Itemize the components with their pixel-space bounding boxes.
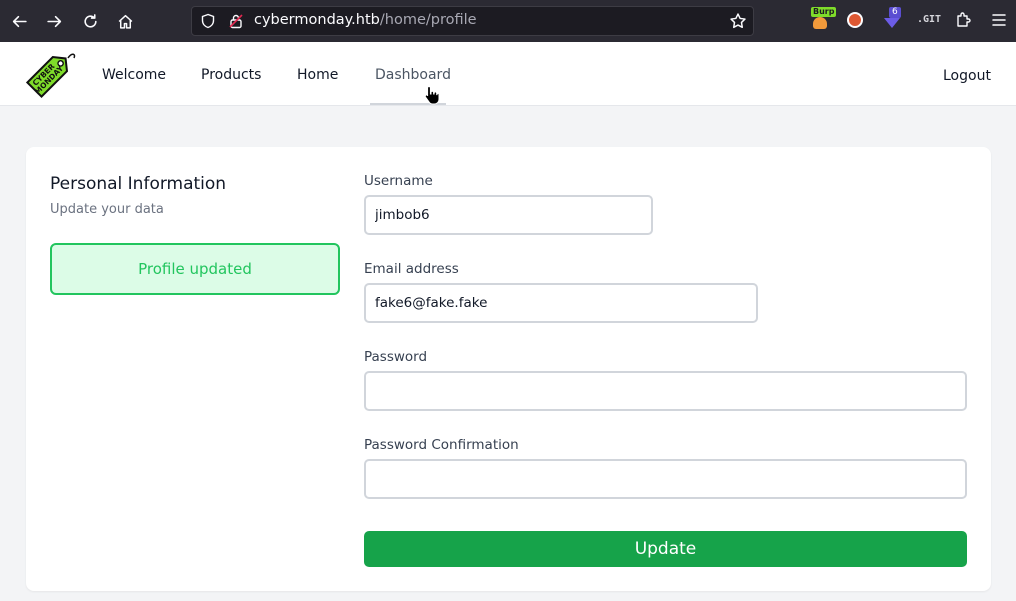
email-label: Email address	[364, 261, 459, 277]
email-input[interactable]	[364, 283, 758, 323]
password-confirmation-input[interactable]	[364, 459, 967, 499]
url-host: cybermonday.htb	[254, 12, 380, 28]
hand-pointer-cursor-icon	[424, 85, 440, 105]
burp-extension-body	[813, 17, 827, 29]
password-confirmation-label: Password Confirmation	[364, 437, 519, 453]
bookmark-star-icon[interactable]	[729, 12, 747, 30]
nav-link-dashboard[interactable]: Dashboard	[375, 67, 451, 83]
reload-icon[interactable]	[78, 9, 102, 33]
hamburger-menu-icon[interactable]	[989, 10, 1009, 30]
nav-link-products[interactable]: Products	[201, 67, 261, 83]
tracking-protection-shield-icon[interactable]	[200, 13, 216, 29]
url-text[interactable]: cybermonday.htb/home/profile	[254, 12, 477, 28]
browser-toolbar: cybermonday.htb/home/profile Burp 6 .GIT	[0, 0, 1016, 42]
duckduckgo-extension-icon[interactable]	[845, 10, 865, 30]
success-alert-text: Profile updated	[138, 260, 252, 278]
profile-card: Personal Information Update your data Pr…	[26, 147, 991, 591]
password-input[interactable]	[364, 371, 967, 411]
burp-extension-label: Burp	[811, 7, 837, 17]
success-alert: Profile updated	[50, 243, 340, 295]
cybermonday-logo-icon[interactable]: CYBER MONDAY	[24, 48, 76, 100]
username-label: Username	[364, 173, 433, 189]
forward-arrow-icon[interactable]	[42, 9, 66, 33]
burp-extension-icon[interactable]: Burp	[810, 7, 837, 30]
insecure-lock-icon[interactable]	[228, 13, 244, 29]
update-button[interactable]: Update	[364, 531, 967, 567]
duckduckgo-badge	[847, 12, 863, 28]
username-input[interactable]	[364, 195, 653, 235]
ublock-shape	[884, 18, 900, 28]
page-title: Personal Information	[50, 174, 227, 194]
back-arrow-icon[interactable]	[7, 9, 31, 33]
url-bar[interactable]: cybermonday.htb/home/profile	[191, 6, 754, 36]
git-extension-icon[interactable]: .GIT	[917, 14, 941, 34]
site-navbar: CYBER MONDAY Welcome Products Home Dashb…	[0, 42, 1016, 106]
url-path: /home/profile	[379, 12, 477, 28]
ublock-count-badge: 6	[889, 7, 901, 18]
extensions-puzzle-icon[interactable]	[953, 10, 973, 30]
nav-link-welcome[interactable]: Welcome	[102, 67, 166, 83]
nav-link-logout[interactable]: Logout	[943, 68, 991, 84]
nav-link-home[interactable]: Home	[297, 67, 338, 83]
password-label: Password	[364, 349, 428, 365]
home-icon[interactable]	[113, 9, 137, 33]
page-subtitle: Update your data	[50, 202, 164, 217]
ublock-extension-icon[interactable]: 6	[882, 7, 902, 30]
